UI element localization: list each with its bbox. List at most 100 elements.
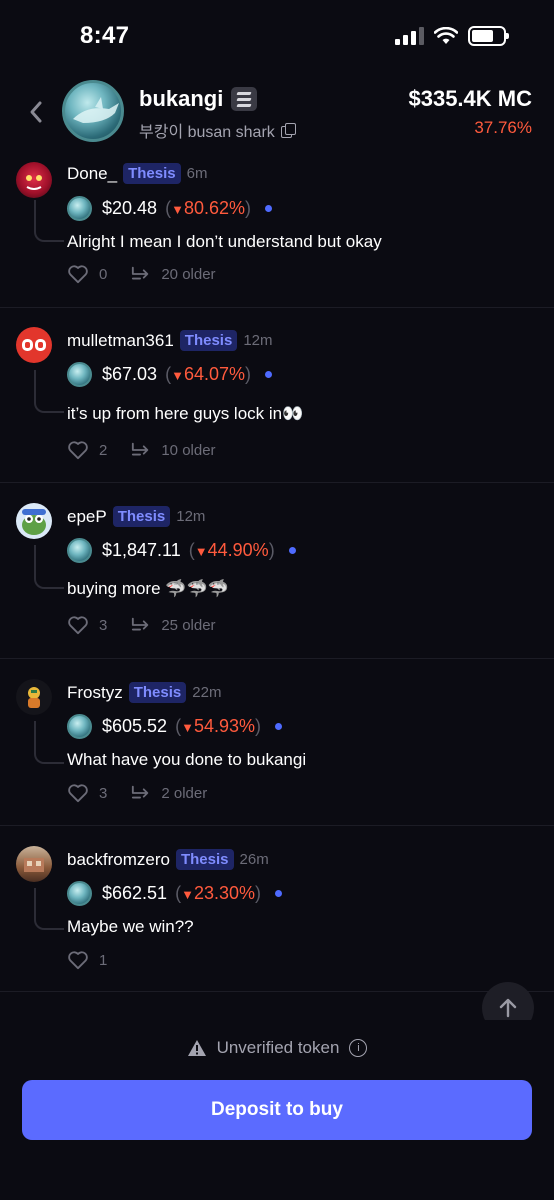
position-change: 54.93% (193, 716, 256, 736)
post-header: Frostyz Thesis 22m (67, 682, 221, 703)
unverified-notice: Unverified token i (0, 1038, 554, 1058)
position-change: 64.07% (183, 364, 245, 384)
status-icons (395, 26, 509, 46)
avatar[interactable] (16, 679, 52, 715)
post[interactable]: backfromzero Thesis 26m $662.51 (▼23.30%… (0, 826, 554, 992)
heart-icon[interactable] (67, 950, 89, 970)
post-actions: 0 20 older (67, 264, 216, 284)
position-row: $605.52 (▼54.93%) (67, 714, 283, 739)
back-button[interactable] (24, 96, 48, 128)
position-value: $67.03 (102, 364, 158, 384)
post-actions: 3 25 older (67, 615, 216, 635)
battery-icon (468, 26, 509, 46)
back-icon (30, 101, 42, 123)
post-actions: 1 (67, 950, 107, 970)
token-header: bukangi 부캉이 busan shark $335.4K MC 37.76… (0, 78, 554, 146)
avatar[interactable] (16, 503, 52, 539)
down-arrow-icon: ▼ (171, 202, 184, 217)
like-count: 2 (99, 441, 108, 459)
status-dot (275, 890, 283, 897)
position-change: 23.30% (193, 883, 256, 903)
reply-icon[interactable] (131, 265, 151, 283)
thesis-tag: Thesis (128, 682, 187, 703)
status-bar: 8:47 (0, 0, 554, 72)
position-change: 44.90% (207, 540, 269, 560)
post-header: backfromzero Thesis 26m (67, 849, 269, 870)
avatar[interactable] (16, 162, 52, 198)
older-replies[interactable]: 2 older (161, 785, 207, 802)
market-cap: $335.4K MC (408, 86, 532, 111)
status-dot (265, 205, 272, 212)
reply-icon[interactable] (131, 616, 151, 634)
thread-line (34, 370, 64, 413)
username[interactable]: Done_ (67, 164, 117, 184)
token-icon (67, 362, 92, 387)
post[interactable]: Frostyz Thesis 22m $605.52 (▼54.93%) Wha… (0, 659, 554, 826)
token-icon (67, 881, 92, 906)
token-subtitle-row[interactable]: 부캉이 busan shark (139, 118, 296, 142)
thread-line (34, 545, 64, 589)
position-row: $662.51 (▼23.30%) (67, 881, 283, 906)
post-header: Done_ Thesis 6m (67, 163, 207, 184)
thesis-feed[interactable]: Done_ Thesis 6m $20.48 (▼80.62%) Alright… (0, 150, 554, 1020)
post-time: 26m (239, 851, 269, 868)
unverified-label: Unverified token (216, 1038, 340, 1057)
older-replies[interactable]: 10 older (161, 442, 215, 459)
heart-icon[interactable] (67, 264, 89, 284)
position-value: $605.52 (102, 716, 168, 736)
post-text: Alright I mean I don’t understand but ok… (67, 232, 382, 251)
thread-line (34, 721, 64, 764)
warning-icon (187, 1040, 206, 1056)
avatar[interactable] (16, 846, 52, 882)
info-icon[interactable]: i (349, 1039, 368, 1057)
position-row: $1,847.11 (▼44.90%) (67, 538, 296, 563)
username[interactable]: backfromzero (67, 850, 170, 870)
copy-icon[interactable] (280, 123, 296, 138)
like-count: 1 (99, 951, 108, 969)
heart-icon[interactable] (67, 440, 89, 460)
post[interactable]: mulletman361 Thesis 12m $67.03 (▼64.07%)… (0, 308, 554, 483)
position-value: $662.51 (102, 883, 168, 903)
position-change: 80.62% (183, 198, 245, 218)
token-icon (67, 714, 92, 739)
market-cap-change: 37.76% (474, 118, 532, 137)
bottom-bar: Unverified token i Deposit to buy (0, 1020, 554, 1200)
down-arrow-icon: ▼ (181, 720, 194, 735)
deposit-to-buy-button[interactable]: Deposit to buy (22, 1080, 532, 1140)
username[interactable]: mulletman361 (67, 331, 174, 351)
like-count: 3 (99, 784, 108, 802)
post[interactable]: Done_ Thesis 6m $20.48 (▼80.62%) Alright… (0, 150, 554, 308)
post-text: buying more 🦈🦈🦈 (67, 579, 229, 598)
position-value: $1,847.11 (102, 540, 181, 560)
status-time: 8:47 (80, 22, 130, 49)
post-time: 12m (243, 332, 273, 349)
token-name: bukangi (139, 86, 224, 111)
status-dot (275, 723, 283, 730)
down-arrow-icon: ▼ (171, 368, 184, 383)
token-avatar[interactable] (62, 80, 124, 142)
older-replies[interactable]: 20 older (161, 266, 215, 283)
reply-icon[interactable] (131, 441, 151, 459)
wifi-icon (434, 27, 458, 44)
reply-icon[interactable] (131, 784, 151, 802)
arrow-up-icon (499, 998, 517, 1018)
post-actions: 3 2 older (67, 783, 207, 803)
heart-icon[interactable] (67, 783, 89, 803)
position-value: $20.48 (102, 198, 158, 218)
older-replies[interactable]: 25 older (161, 617, 215, 634)
post[interactable]: epeP Thesis 12m $1,847.11 (▼44.90%) buyi… (0, 483, 554, 659)
post-text: it’s up from here guys lock in👀 (67, 404, 304, 423)
like-count: 3 (99, 616, 108, 634)
post-actions: 2 10 older (67, 440, 216, 460)
username[interactable]: Frostyz (67, 683, 123, 703)
token-title: bukangi (139, 86, 258, 112)
avatar[interactable] (16, 327, 52, 363)
thesis-tag: Thesis (112, 506, 171, 527)
heart-icon[interactable] (67, 615, 89, 635)
down-arrow-icon: ▼ (181, 887, 194, 902)
post-header: epeP Thesis 12m (67, 506, 205, 527)
status-dot (288, 547, 296, 554)
token-icon (67, 538, 92, 563)
username[interactable]: epeP (67, 507, 107, 527)
thesis-tag: Thesis (123, 163, 181, 184)
